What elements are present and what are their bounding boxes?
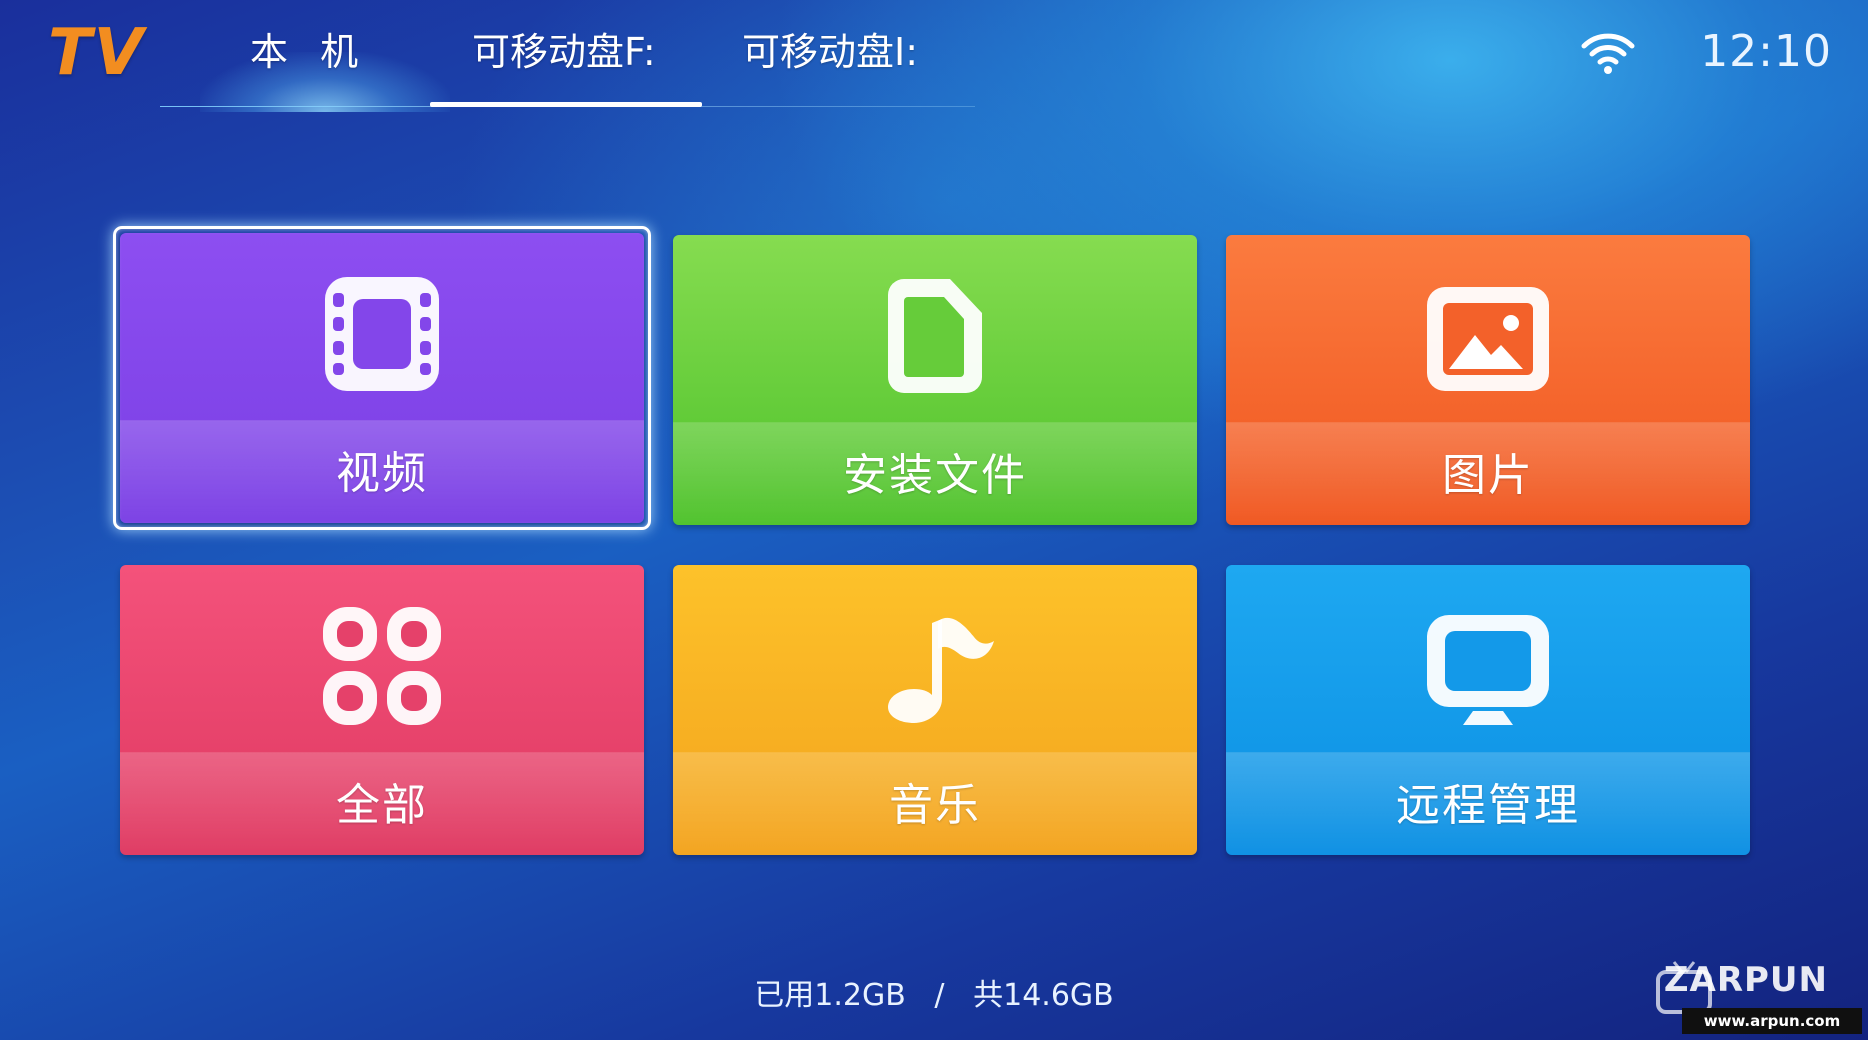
clock: 12:10	[1700, 26, 1832, 77]
watermark-url: www.arpun.com	[1682, 1008, 1862, 1034]
watermark: ZARPUN www.arpun.com	[1654, 954, 1862, 1034]
wifi-icon	[1580, 30, 1636, 76]
storage-total: 共14.6GB	[973, 978, 1114, 1013]
storage-tabs: 本 机 可移动盘F: 可移动盘I:	[160, 0, 980, 112]
storage-usage: 已用1.2GB / 共14.6GB	[0, 970, 1868, 1014]
tile-label-all: 全部	[336, 780, 428, 831]
tile-music[interactable]: 音乐	[673, 565, 1197, 855]
tile-label-video: 视频	[336, 448, 428, 499]
document-icon	[870, 271, 1000, 401]
music-note-icon	[870, 601, 1000, 731]
watermark-brand: ZARPUN	[1663, 960, 1828, 1000]
tab-removable-disk-i[interactable]: 可移动盘I:	[742, 24, 918, 80]
tile-label-remote-management: 远程管理	[1396, 780, 1580, 831]
storage-used: 已用1.2GB	[754, 978, 906, 1013]
tile-label-pictures: 图片	[1442, 450, 1534, 501]
tile-all[interactable]: 全部	[120, 565, 644, 855]
grid-icon	[317, 601, 447, 731]
tv-file-manager-screen: TV 本 机 可移动盘F: 可移动盘I: 12:10 视频 安装文件 图片 全部…	[0, 0, 1868, 1040]
tile-label-install-files: 安装文件	[843, 450, 1027, 501]
tile-install-files[interactable]: 安装文件	[673, 235, 1197, 525]
tv-logo: TV	[48, 16, 146, 90]
film-icon	[317, 269, 447, 399]
storage-separator: /	[934, 978, 945, 1013]
monitor-icon	[1423, 601, 1553, 731]
image-icon	[1423, 271, 1553, 401]
tile-label-music: 音乐	[889, 780, 981, 831]
tile-video[interactable]: 视频	[120, 233, 644, 523]
tab-removable-disk-f[interactable]: 可移动盘F:	[472, 24, 656, 80]
active-tab-indicator	[430, 102, 702, 107]
status-bar: 12:10	[1532, 18, 1832, 84]
tab-local[interactable]: 本 机	[250, 24, 368, 80]
tile-remote-management[interactable]: 远程管理	[1226, 565, 1750, 855]
tile-pictures[interactable]: 图片	[1226, 235, 1750, 525]
